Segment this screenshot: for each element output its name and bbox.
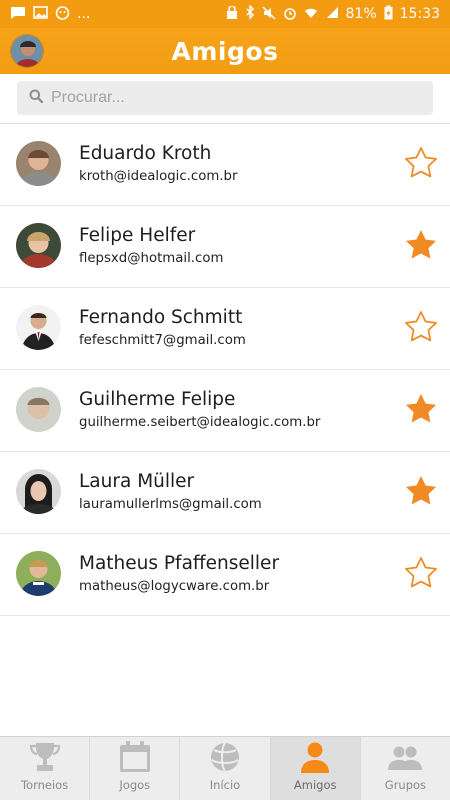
- friend-email: kroth@idealogic.com.br: [79, 169, 238, 184]
- friend-row-laura-muller[interactable]: Laura Müller lauramullerlms@gmail.com: [0, 452, 450, 534]
- friend-row-eduardo-kroth[interactable]: Eduardo Kroth kroth@idealogic.com.br: [0, 124, 450, 206]
- battery-charging-icon: [384, 5, 393, 23]
- tab-label: Início: [209, 778, 241, 792]
- person-icon: [301, 742, 330, 773]
- friend-name: Guilherme Felipe: [79, 389, 236, 410]
- friend-name: Fernando Schmitt: [79, 307, 243, 328]
- group-icon: [388, 746, 423, 770]
- friend-row-felipe-helfer[interactable]: Felipe Helfer flepsxd@hotmail.com: [0, 206, 450, 288]
- signal-icon: [325, 6, 339, 22]
- tab-label: Grupos: [384, 778, 427, 792]
- search-bar[interactable]: [17, 81, 433, 115]
- image-notification-icon: [33, 6, 48, 22]
- search-input[interactable]: [51, 89, 411, 107]
- favorite-star-filled-icon[interactable]: [402, 226, 440, 264]
- alarm-lock-icon: [226, 4, 238, 23]
- friend-email: guilherme.seibert@idealogic.com.br: [79, 415, 321, 430]
- favorite-star-outline-icon[interactable]: [402, 554, 440, 592]
- tab-amigos[interactable]: Amigos: [269, 737, 360, 800]
- search-icon: [29, 89, 44, 108]
- bottom-tab-bar: Torneios Jogos Início Amigos Grupos: [0, 736, 450, 800]
- tab-label: Amigos: [293, 778, 337, 792]
- tab-label: Jogos: [119, 778, 151, 792]
- friend-email: lauramullerlms@gmail.com: [79, 497, 262, 512]
- friend-row-matheus-pfaffenseller[interactable]: Matheus Pfaffenseller matheus@logycware.…: [0, 534, 450, 616]
- friend-email: fefeschmitt7@gmail.com: [79, 333, 246, 348]
- trophy-icon: [29, 743, 60, 771]
- battery-percentage: 81%: [345, 6, 377, 22]
- alarm-icon: [283, 6, 297, 23]
- tab-jogos[interactable]: Jogos: [89, 737, 179, 800]
- bluetooth-icon: [245, 4, 255, 23]
- favorite-star-filled-icon[interactable]: [402, 390, 440, 428]
- friend-email: flepsxd@hotmail.com: [79, 251, 224, 266]
- wifi-icon: [304, 6, 318, 22]
- friend-avatar: [16, 305, 61, 350]
- app-header: Amigos: [0, 28, 450, 74]
- friend-avatar: [16, 387, 61, 432]
- status-bar: ... 81% 15:33: [0, 0, 450, 28]
- tab-grupos[interactable]: Grupos: [359, 737, 450, 800]
- status-bar-left: ...: [10, 5, 91, 23]
- favorite-star-outline-icon[interactable]: [402, 144, 440, 182]
- friend-avatar: [16, 141, 61, 186]
- friend-avatar: [16, 223, 61, 268]
- home-ball-icon: [211, 742, 239, 772]
- friend-row-guilherme-felipe[interactable]: Guilherme Felipe guilherme.seibert@ideal…: [0, 370, 450, 452]
- favorite-star-filled-icon[interactable]: [402, 472, 440, 510]
- friend-avatar: [16, 469, 61, 514]
- status-bar-right: 81% 15:33: [226, 4, 440, 23]
- calendar-icon: [119, 741, 150, 772]
- favorite-star-outline-icon[interactable]: [402, 308, 440, 346]
- friend-name: Matheus Pfaffenseller: [79, 553, 280, 574]
- app-notification-icon: [55, 5, 70, 23]
- friend-email: matheus@logycware.com.br: [79, 579, 270, 594]
- friend-row-fernando-schmitt[interactable]: Fernando Schmitt fefeschmitt7@gmail.com: [0, 288, 450, 370]
- friend-avatar: [16, 551, 61, 596]
- friend-name: Felipe Helfer: [79, 225, 196, 246]
- tab-label: Torneios: [20, 778, 69, 792]
- message-notification-icon: [10, 6, 26, 23]
- more-notifications-indicator: ...: [77, 6, 91, 22]
- friends-list: Eduardo Kroth kroth@idealogic.com.br Fel…: [0, 124, 450, 616]
- friend-name: Laura Müller: [79, 471, 195, 492]
- page-title: Amigos: [171, 36, 279, 66]
- friend-name: Eduardo Kroth: [79, 143, 212, 164]
- mute-icon: [261, 5, 276, 23]
- user-avatar[interactable]: [10, 34, 44, 68]
- tab-inicio[interactable]: Início: [179, 737, 269, 800]
- tab-torneios[interactable]: Torneios: [0, 737, 89, 800]
- clock: 15:33: [399, 6, 440, 22]
- search-bar-container: [0, 74, 450, 124]
